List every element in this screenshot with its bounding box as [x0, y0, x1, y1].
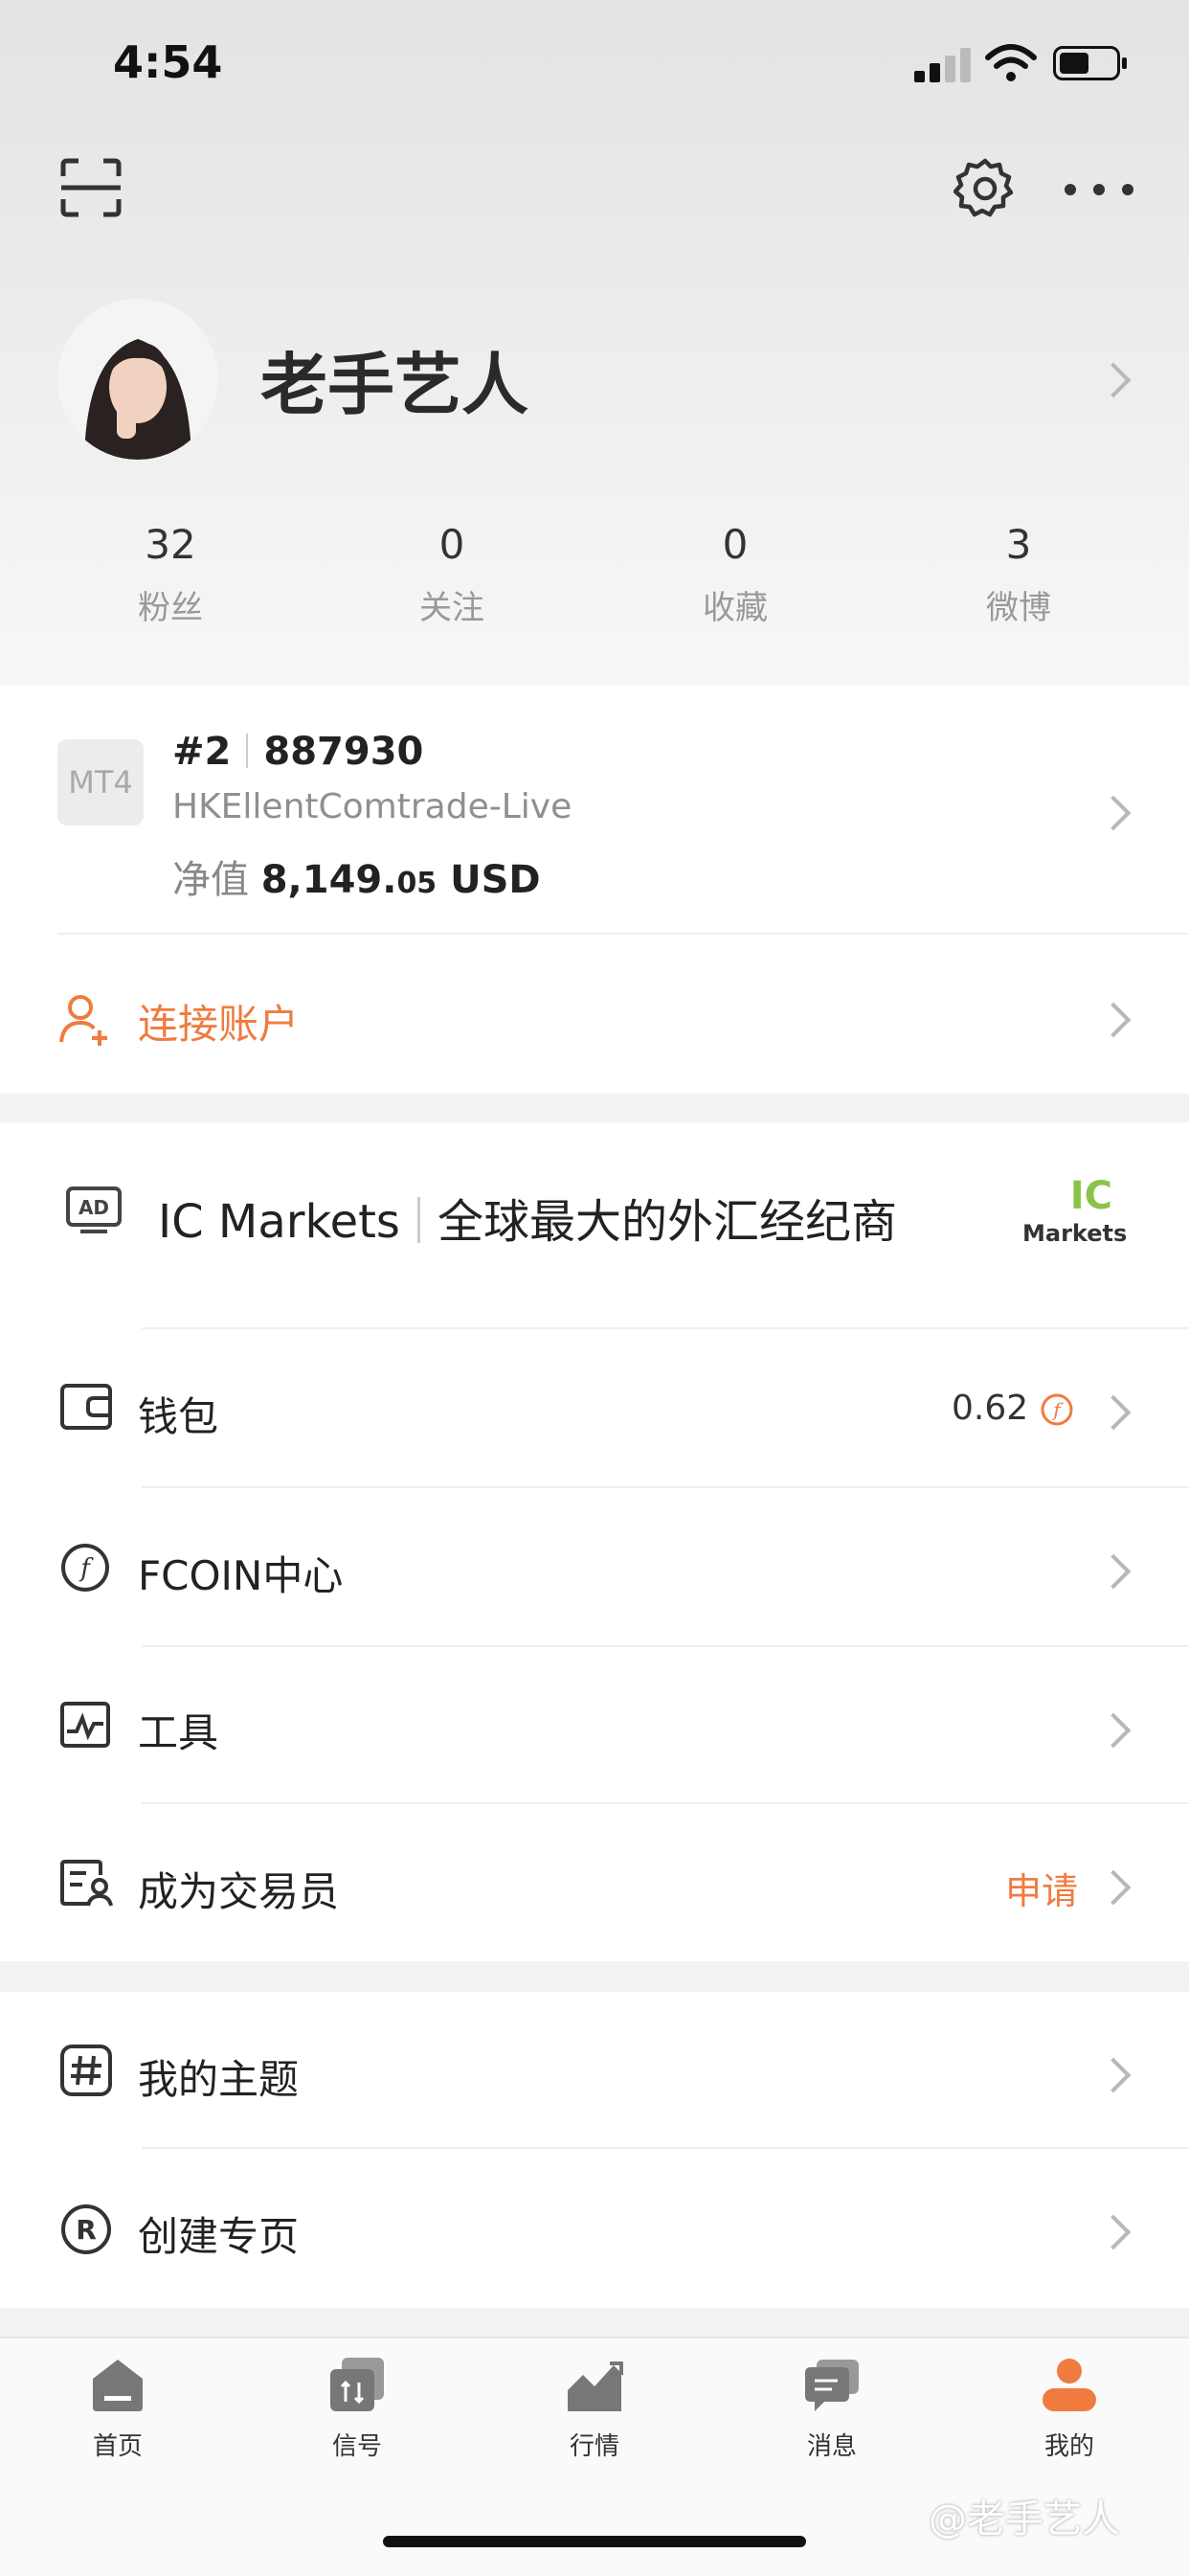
stat-label: 粉丝 [138, 589, 203, 627]
status-time: 4:54 [113, 36, 223, 88]
tab-label: 消息 [806, 2432, 857, 2461]
divider [142, 1327, 1189, 1329]
stat-label: 关注 [419, 589, 484, 627]
stat-weibo[interactable]: 3 微博 [932, 521, 1105, 628]
equity-currency: USD [450, 858, 541, 902]
battery-icon [1053, 46, 1127, 80]
tab-label: 信号 [331, 2432, 382, 2461]
signal-icon [914, 48, 972, 82]
wifi-icon [985, 44, 1037, 81]
account-equity: 净值 8,149.05 USD [172, 848, 541, 904]
watermark: @老手艺人 [929, 2497, 1120, 2542]
connect-account-label[interactable]: 连接账户 [138, 992, 299, 1051]
tab-signals[interactable]: 信号 [295, 2356, 419, 2462]
signals-icon [330, 2358, 384, 2411]
tab-messages[interactable]: 消息 [770, 2356, 894, 2462]
tab-market[interactable]: 行情 [532, 2356, 657, 2462]
scan-icon[interactable] [59, 157, 123, 218]
home-indicator[interactable] [383, 2536, 806, 2547]
messages-icon [805, 2360, 859, 2411]
profile-icon [1043, 2359, 1096, 2411]
logo-markets: Markets [1022, 1220, 1128, 1247]
ad-icon: AD [66, 1186, 122, 1233]
ad-tagline: 全球最大的外汇经纪商 [437, 1195, 897, 1249]
tab-label: 行情 [569, 2432, 619, 2461]
wallet-balance: 0.62 [952, 1389, 1029, 1428]
my-topics-label[interactable]: 我的主题 [138, 2047, 299, 2106]
logo-ic: IC [1069, 1174, 1112, 1218]
add-user-icon [59, 995, 107, 1046]
trader-icon [60, 1860, 113, 1907]
divider [142, 2147, 1189, 2149]
tab-label: 首页 [92, 2432, 143, 2461]
username[interactable]: 老手艺人 [260, 331, 528, 428]
svg-text:f: f [1051, 1398, 1064, 1421]
tab-home[interactable]: 首页 [56, 2356, 180, 2462]
become-trader-label[interactable]: 成为交易员 [138, 1860, 339, 1918]
create-page-label[interactable]: 创建专页 [138, 2204, 299, 2263]
market-icon [568, 2361, 623, 2411]
registered-icon: R [61, 2204, 111, 2254]
stat-value: 0 [438, 521, 465, 568]
mt4-badge: MT4 [57, 739, 144, 825]
stat-value: 0 [722, 521, 749, 568]
divider [142, 1802, 1189, 1804]
ic-markets-logo[interactable]: IC Markets [1022, 1174, 1127, 1251]
apply-link[interactable]: 申请 [1005, 1862, 1078, 1914]
stat-favorites[interactable]: 0 收藏 [649, 521, 821, 628]
divider [142, 1645, 1189, 1647]
account-id[interactable]: #2 887930 [172, 730, 423, 774]
equity-main: 8,149. [260, 858, 397, 902]
divider [57, 933, 1189, 935]
tools-label[interactable]: 工具 [138, 1701, 218, 1759]
tab-label: 我的 [1043, 2432, 1094, 2461]
more-icon[interactable] [1063, 172, 1135, 207]
hashtag-icon [60, 2045, 112, 2096]
stat-label: 收藏 [703, 589, 768, 627]
account-server: HKEllentComtrade-Live [172, 787, 572, 826]
tab-me[interactable]: 我的 [1007, 2356, 1132, 2462]
svg-text:AD: AD [79, 1196, 109, 1219]
fcoin-icon: f [1041, 1393, 1073, 1426]
divider [142, 1486, 1189, 1488]
stat-fans[interactable]: 32 粉丝 [84, 521, 257, 628]
fcoin-center-label[interactable]: FCOIN中心 [138, 1544, 343, 1602]
equity-label: 净值 [172, 858, 249, 902]
home-icon [93, 2360, 143, 2411]
gear-icon[interactable] [953, 157, 1017, 220]
wallet-label[interactable]: 钱包 [138, 1385, 218, 1443]
equity-cents: 05 [396, 867, 437, 900]
fcoin-center-icon: f [61, 1544, 109, 1592]
avatar[interactable] [57, 299, 218, 460]
account-index: #2 [172, 730, 232, 774]
svg-text:R: R [76, 2214, 97, 2246]
ad-brand: IC Markets [158, 1195, 400, 1249]
account-number: 887930 [263, 730, 424, 774]
stat-value: 32 [145, 521, 196, 568]
wallet-icon [60, 1384, 112, 1430]
svg-text:f: f [79, 1554, 94, 1583]
stat-label: 微博 [986, 589, 1051, 627]
separator [246, 734, 249, 768]
stat-following[interactable]: 0 关注 [366, 521, 538, 628]
ad-banner[interactable]: IC Markets 全球最大的外汇经纪商 [158, 1184, 897, 1251]
tools-icon [60, 1702, 110, 1748]
stat-value: 3 [1005, 521, 1032, 568]
separator [416, 1197, 420, 1243]
